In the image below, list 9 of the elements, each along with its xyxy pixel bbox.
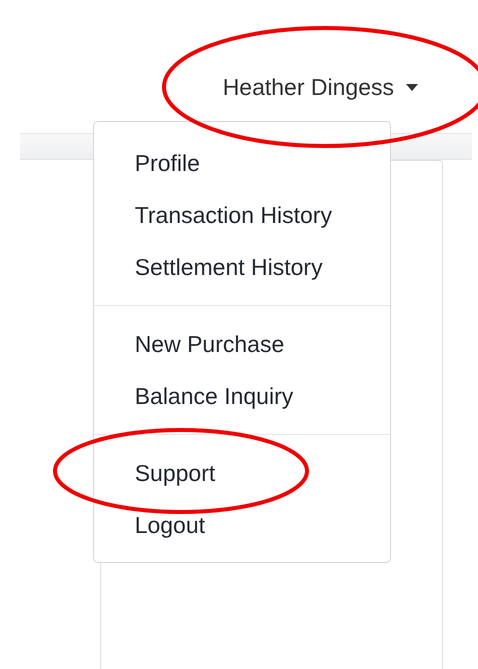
menu-item[interactable]: Logout — [94, 499, 390, 551]
menu-item[interactable]: Support — [94, 447, 390, 499]
user-menu-toggle[interactable]: Heather Dingess — [222, 70, 418, 104]
menu-item[interactable]: Profile — [94, 137, 390, 189]
caret-icon — [406, 84, 418, 90]
menu-item[interactable]: New Purchase — [94, 318, 390, 370]
menu-item[interactable]: Balance Inquiry — [94, 370, 390, 422]
menu-item[interactable]: Settlement History — [94, 241, 390, 293]
menu-item[interactable]: Transaction History — [94, 189, 390, 241]
